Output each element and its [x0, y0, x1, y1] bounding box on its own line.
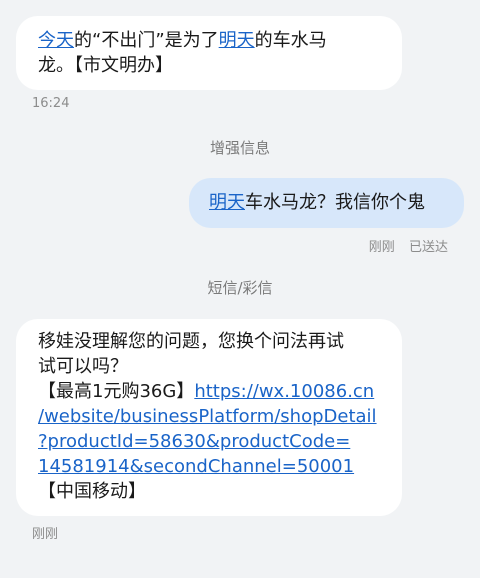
message-line: /website/businessPlatform/shopDetail: [38, 404, 386, 429]
message-text: 车水马龙？我信你个鬼: [245, 192, 425, 213]
outgoing-message-bubble[interactable]: 明天车水马龙？我信你个鬼: [189, 178, 464, 228]
sms-conversation: 今天的“不出门”是为了明天的车水马 龙。【市文明办】 16:24 增强信息 明天…: [0, 0, 480, 578]
message-text: 龙。【市文明办】: [38, 55, 173, 76]
incoming-message-bubble[interactable]: 移娃没理解您的问题，您换个问法再试 试可以吗？ 【最高1元购36G】https:…: [16, 319, 402, 516]
channel-label: 增强信息: [209, 139, 270, 157]
delivered-status: 已送达: [408, 240, 448, 255]
message-line: 明天车水马龙？我信你个鬼: [209, 190, 446, 215]
message-text: 【中国移动】: [38, 481, 146, 502]
message-timestamp: 刚刚: [368, 240, 395, 255]
message-line: 今天的“不出门”是为了明天的车水马: [38, 28, 382, 53]
message-line: 14581914&secondChannel=50001: [38, 454, 386, 479]
message-link[interactable]: 今天: [38, 30, 74, 51]
message-text: 移娃没理解您的问题，您换个问法再试: [38, 331, 344, 352]
message-link[interactable]: ?productId=58630&productCode=: [38, 431, 350, 452]
message-link[interactable]: 明天: [219, 30, 255, 51]
incoming-message-bubble[interactable]: 今天的“不出门”是为了明天的车水马 龙。【市文明办】: [16, 16, 402, 90]
message-text: 的车水马: [254, 30, 327, 51]
message-timestamp: 16:24: [32, 96, 70, 111]
message-text: 试可以吗？: [38, 356, 128, 377]
delivery-status: 刚刚 已送达: [369, 236, 448, 255]
message-link[interactable]: /website/businessPlatform/shopDetail: [38, 406, 377, 427]
message-text: 的“不出门”是为了: [74, 30, 219, 51]
message-link[interactable]: 明天: [209, 192, 245, 213]
message-timestamp: 刚刚: [32, 527, 59, 542]
message-line: ?productId=58630&productCode=: [38, 429, 386, 454]
channel-label: 短信/彩信: [207, 279, 273, 297]
message-text: 【最高1元购36G】: [38, 381, 195, 402]
message-link[interactable]: https://wx.10086.cn: [194, 381, 374, 402]
message-link[interactable]: 14581914&secondChannel=50001: [38, 456, 354, 477]
message-line: 【最高1元购36G】https://wx.10086.cn: [38, 379, 386, 404]
